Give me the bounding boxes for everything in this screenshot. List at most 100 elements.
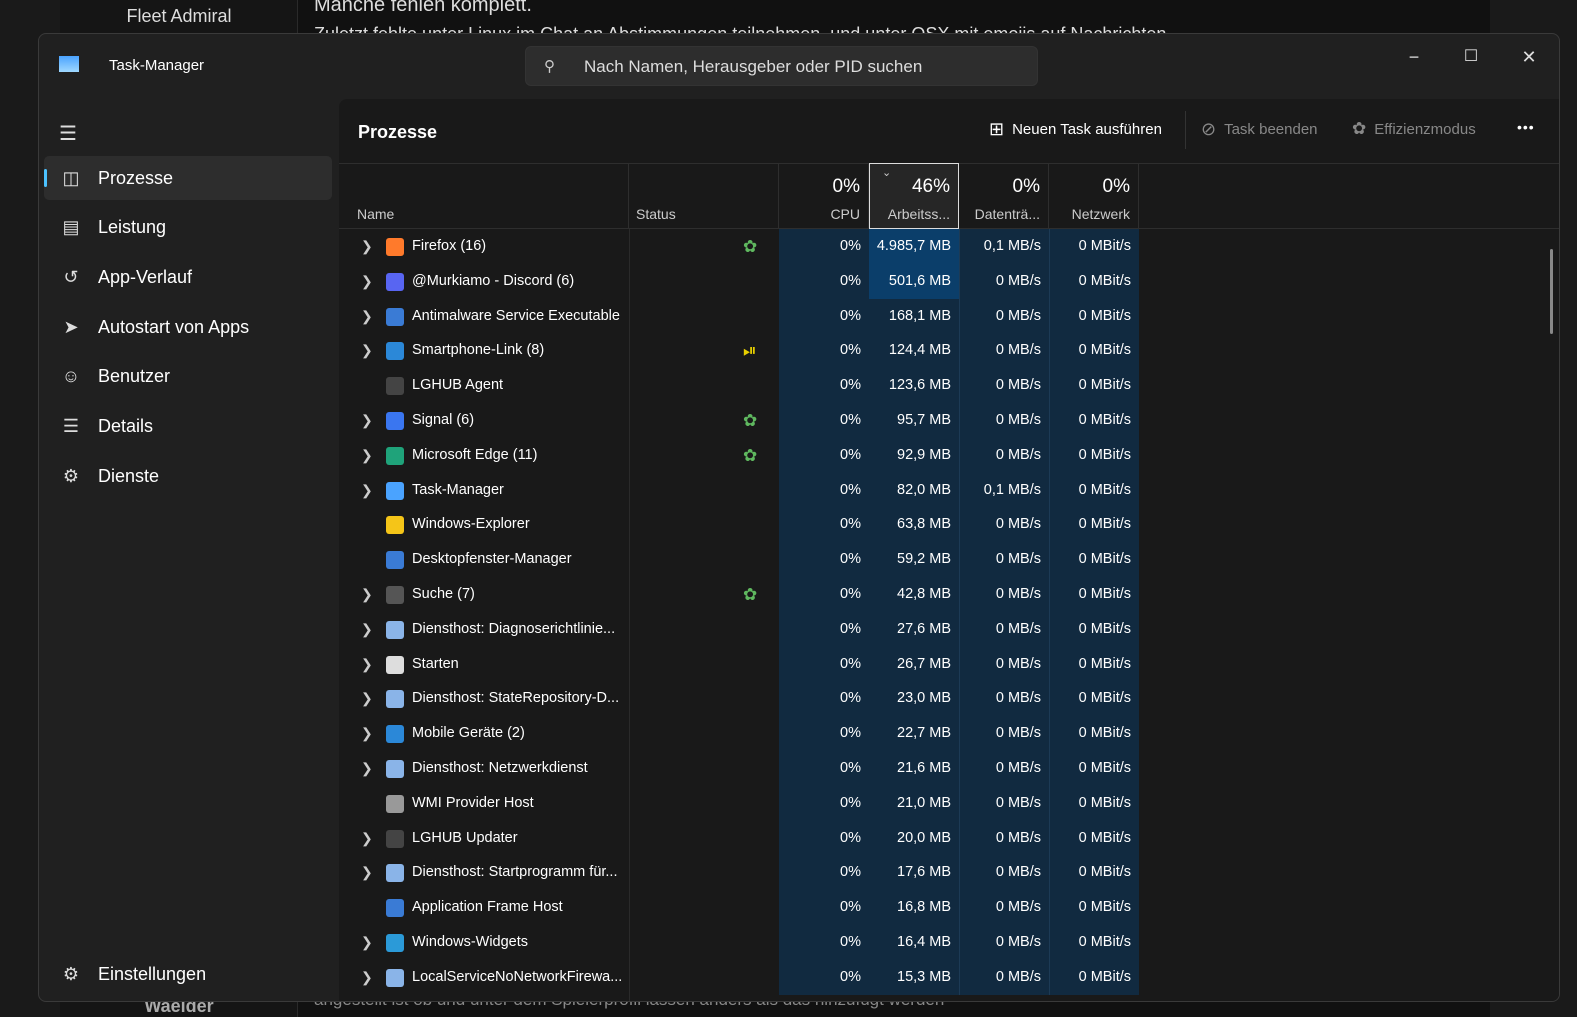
network-value: 0 MBit/s — [1049, 890, 1139, 926]
table-row[interactable]: ❯ Task-Manager 0% 82,0 MB 0,1 MB/s 0 MBit/s — [339, 472, 1559, 508]
end-task-button[interactable]: ⊘ Task beenden — [1201, 119, 1318, 140]
sidebar-item-settings[interactable]: ⚙ Einstellungen — [44, 952, 332, 996]
table-row[interactable]: ❯ Diensthost: Netzwerkdienst 0% 21,6 MB 0 MB… — [339, 751, 1559, 786]
network-value: 0 MBit/s — [1049, 611, 1139, 647]
expand-chevron-icon[interactable]: ❯ — [361, 438, 373, 473]
sidebar-item-autostart-von-apps[interactable]: ➤ Autostart von Apps — [44, 305, 332, 349]
gear-icon: ⚙ — [62, 963, 80, 984]
sidebar-item-label: Leistung — [98, 217, 167, 238]
more-options-button[interactable]: ••• — [1517, 119, 1535, 135]
table-row[interactable]: ❯ Smartphone-Link (8) ⏯ 0% 124,4 MB 0 MB/s 0 M… — [339, 333, 1559, 369]
table-row[interactable]: ❯ Diensthost: Startprogramm für... 0% 17,6 … — [339, 855, 1559, 891]
table-row[interactable]: ❯ Suche (7) ✿ 0% 42,8 MB 0 MB/s 0 MBit/s — [339, 577, 1559, 612]
network-value: 0 MBit/s — [1049, 229, 1139, 264]
efficiency-mode-button[interactable]: ✿ Effizienzmodus — [1352, 119, 1476, 139]
expand-chevron-icon[interactable]: ❯ — [361, 681, 373, 716]
table-row[interactable]: Application Frame Host 0% 16,8 MB 0 MB/s 0 M… — [339, 890, 1559, 926]
table-row[interactable]: ❯ LGHUB Updater 0% 20,0 MB 0 MB/s 0 MBit/s — [339, 820, 1559, 856]
efficiency-mode-leaf-icon: ✿ — [743, 445, 758, 465]
sidebar-item-app-verlauf[interactable]: ↺ App-Verlauf — [44, 255, 332, 299]
process-icon — [386, 586, 404, 604]
process-icon — [386, 481, 404, 500]
expand-chevron-icon[interactable]: ❯ — [361, 299, 373, 334]
memory-value: 15,3 MB — [869, 959, 959, 995]
network-value: 0 MBit/s — [1049, 333, 1139, 369]
minimize-button[interactable]: − — [1389, 42, 1439, 72]
process-name: Firefox (16) — [412, 238, 487, 254]
sidebar-item-details[interactable]: ☰ Details — [44, 405, 332, 449]
process-icon — [386, 551, 404, 570]
memory-value: 82,0 MB — [869, 472, 959, 508]
table-row[interactable]: ❯ Starten 0% 26,7 MB 0 MB/s 0 MBit/s — [339, 646, 1559, 682]
process-name: Signal (6) — [412, 412, 475, 428]
table-row[interactable]: ❯ Microsoft Edge (11) ✿ 0% 92,9 MB 0 MB/s 0 MB… — [339, 437, 1559, 473]
table-row[interactable]: ❯ Diensthost: Diagnoserichtlinie... 0% 27,6… — [339, 611, 1559, 647]
table-row[interactable]: ❯ Firefox (16) ✿ 0% 4.985,7 MB 0,1 MB/s 0 MBit… — [339, 229, 1559, 264]
expand-chevron-icon[interactable]: ❯ — [361, 821, 373, 856]
process-name: Mobile Geräte (2) — [412, 725, 525, 742]
expand-chevron-icon[interactable]: ❯ — [361, 577, 373, 612]
expand-chevron-icon[interactable]: ❯ — [361, 612, 373, 647]
process-name: Diensthost: Netzwerkdienst — [412, 760, 588, 776]
users-icon: ☺ — [61, 366, 81, 387]
sort-descending-icon: ⌄ — [882, 167, 892, 179]
process-name: Application Frame Host — [412, 899, 563, 916]
expand-chevron-icon[interactable]: ❯ — [361, 403, 373, 438]
column-header-memory[interactable]: ⌄ 46% Arbeitss... — [869, 163, 959, 229]
process-icon — [386, 934, 404, 952]
close-button[interactable]: ✕ — [1504, 42, 1554, 72]
network-value: 0 MBit/s — [1049, 577, 1139, 612]
table-row[interactable]: WMI Provider Host 0% 21,0 MB 0 MB/s 0 MBit/s — [339, 785, 1559, 821]
table-row[interactable]: Desktopfenster-Manager 0% 59,2 MB 0 MB/s 0 M… — [339, 542, 1559, 578]
hamburger-menu-icon[interactable]: ☰ — [59, 121, 77, 146]
expand-chevron-icon[interactable]: ❯ — [361, 855, 373, 890]
network-value: 0 MBit/s — [1049, 472, 1139, 508]
cpu-value: 0% — [779, 925, 869, 960]
table-row[interactable]: ❯ @Murkiamo - Discord (6) 0% 501,6 MB 0 MB/s… — [339, 263, 1559, 299]
scrollbar[interactable] — [1550, 249, 1553, 334]
disk-value: 0 MB/s — [959, 437, 1049, 473]
table-row[interactable]: ❯ Mobile Geräte (2) 0% 22,7 MB 0 MB/s 0 MBit/… — [339, 716, 1559, 752]
cpu-value: 0% — [779, 785, 869, 821]
table-row[interactable]: ❯ Signal (6) ✿ 0% 95,7 MB 0 MB/s 0 MBit/s — [339, 403, 1559, 438]
column-header-cpu[interactable]: 0% CPU — [779, 164, 869, 228]
new-task-button[interactable]: ⊞ Neuen Task ausführen — [989, 119, 1162, 140]
table-row[interactable]: ❯ Windows-Widgets 0% 16,4 MB 0 MB/s 0 MBit/s — [339, 925, 1559, 960]
process-icon — [386, 655, 404, 674]
expand-chevron-icon[interactable]: ❯ — [361, 264, 373, 299]
sidebar-item-prozesse[interactable]: ◫ Prozesse — [44, 156, 332, 200]
search-input[interactable]: ⚲ Nach Namen, Herausgeber oder PID suche… — [525, 46, 1038, 86]
expand-chevron-icon[interactable]: ❯ — [361, 229, 373, 264]
column-header-network[interactable]: 0% Netzwerk — [1049, 164, 1139, 228]
expand-chevron-icon[interactable]: ❯ — [361, 473, 373, 508]
memory-total: 46% — [911, 176, 950, 197]
end-task-label: Task beenden — [1224, 121, 1318, 138]
expand-chevron-icon[interactable]: ❯ — [361, 716, 373, 751]
sidebar-item-dienste[interactable]: ⚙ Dienste — [44, 454, 332, 498]
memory-value: 17,6 MB — [869, 855, 959, 891]
column-header-disk[interactable]: 0% Datenträ... — [959, 164, 1049, 228]
maximize-button[interactable]: ☐ — [1446, 42, 1496, 72]
cpu-value: 0% — [779, 646, 869, 682]
table-row[interactable]: ❯ Diensthost: StateRepository-D... 0% 23,0 … — [339, 681, 1559, 717]
process-name: Desktopfenster-Manager — [412, 551, 572, 568]
expand-chevron-icon[interactable]: ❯ — [361, 960, 373, 995]
disk-value: 0,1 MB/s — [959, 229, 1049, 264]
column-header-status[interactable]: Status — [629, 164, 779, 228]
memory-value: 59,2 MB — [869, 542, 959, 578]
process-name: Smartphone-Link (8) — [412, 342, 545, 359]
table-row[interactable]: ❯ LocalServiceNoNetworkFirewa... 0% 15,3 MB… — [339, 959, 1559, 995]
expand-chevron-icon[interactable]: ❯ — [361, 333, 373, 368]
sidebar-item-leistung[interactable]: ▤ Leistung — [44, 206, 332, 250]
disk-value: 0 MB/s — [959, 820, 1049, 856]
cpu-value: 0% — [779, 751, 869, 786]
table-row[interactable]: ❯ Antimalware Service Executable 0% 168,1 M… — [339, 298, 1559, 334]
sidebar-item-benutzer[interactable]: ☺ Benutzer — [44, 355, 332, 399]
table-row[interactable]: Windows-Explorer 0% 63,8 MB 0 MB/s 0 MBit/s — [339, 507, 1559, 543]
memory-value: 21,6 MB — [869, 751, 959, 786]
table-row[interactable]: LGHUB Agent 0% 123,6 MB 0 MB/s 0 MBit/s — [339, 368, 1559, 404]
expand-chevron-icon[interactable]: ❯ — [361, 925, 373, 960]
column-header-name[interactable]: Name — [339, 164, 629, 228]
expand-chevron-icon[interactable]: ❯ — [361, 647, 373, 682]
expand-chevron-icon[interactable]: ❯ — [361, 751, 373, 786]
